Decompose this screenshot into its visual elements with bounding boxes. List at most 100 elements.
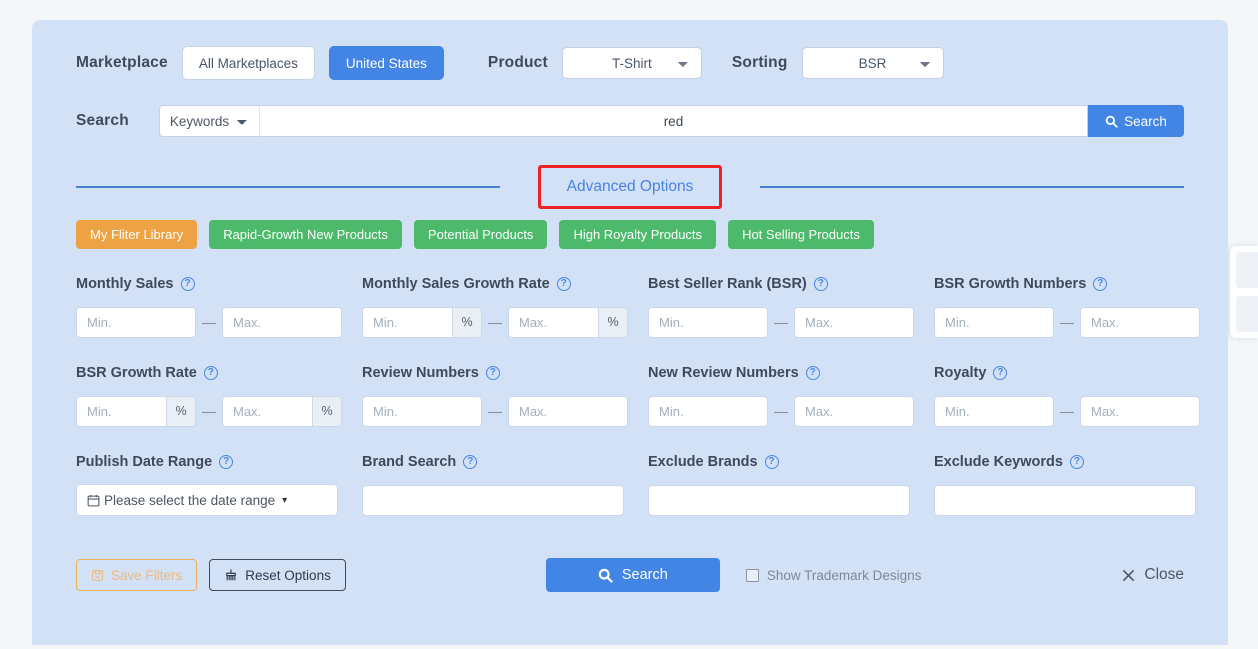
filter-label: Monthly Sales ? [76, 271, 362, 297]
filter-label-text: BSR Growth Numbers [934, 276, 1087, 292]
max-input[interactable] [794, 306, 914, 338]
advanced-options-highlight: Advanced Options [537, 165, 723, 209]
range-dash: — [488, 314, 502, 330]
page-root: Marketplace All Marketplaces United Stat… [0, 0, 1258, 649]
max-input[interactable] [1080, 306, 1200, 338]
chip-rapid-growth-new-products[interactable]: Rapid-Growth New Products [209, 220, 402, 249]
filter-label-text: Brand Search [362, 454, 457, 470]
search-button-label-main: Search [621, 567, 668, 583]
range-inputs: — [76, 306, 362, 338]
min-input[interactable] [648, 395, 768, 427]
range-inputs: — [934, 306, 1220, 338]
search-submit-button-main[interactable]: Search [545, 558, 720, 592]
help-icon[interactable]: ? [463, 455, 478, 469]
percent-suffix: % [166, 395, 196, 427]
filter-exclude-brands: Exclude Brands ? [648, 449, 934, 516]
show-trademark-designs-label: Show Trademark Designs [766, 567, 922, 583]
filter-label-text: Review Numbers [362, 365, 479, 381]
filter-label-text: Exclude Keywords [934, 454, 1063, 470]
range-dash: — [1060, 403, 1074, 419]
preset-filter-chips: My Fliter Library Rapid-Growth New Produ… [76, 220, 1184, 249]
max-input[interactable] [1080, 395, 1200, 427]
chip-high-royalty-products[interactable]: High Royalty Products [559, 220, 717, 249]
sorting-select[interactable]: BSR [801, 47, 944, 79]
help-icon[interactable]: ? [805, 366, 820, 380]
chip-my-filter-library[interactable]: My Fliter Library [76, 220, 198, 249]
broom-icon [224, 568, 238, 582]
search-button-label-top: Search [1124, 113, 1167, 129]
filter-label-text: Best Seller Rank (BSR) [648, 276, 807, 292]
help-icon[interactable]: ? [813, 277, 828, 291]
close-icon [1121, 568, 1136, 583]
range-dash: — [774, 403, 788, 419]
brand-search-input[interactable] [362, 484, 624, 516]
search-submit-button-top[interactable]: Search [1088, 105, 1184, 137]
min-input[interactable] [648, 306, 768, 338]
marketplace-label: Marketplace [76, 54, 168, 71]
checkbox-icon[interactable] [745, 568, 759, 582]
exclude-keywords-input[interactable] [934, 484, 1196, 516]
max-input[interactable] [508, 395, 628, 427]
help-icon[interactable]: ? [485, 366, 500, 380]
help-icon[interactable]: ? [180, 277, 195, 291]
text-input-wrap [362, 484, 648, 516]
range-inputs: — [362, 395, 648, 427]
marketplace-option-united-states[interactable]: United States [328, 46, 444, 80]
max-input[interactable] [222, 306, 342, 338]
filter-label-text: Exclude Brands [648, 454, 758, 470]
calendar-icon [87, 494, 100, 507]
filter-label: Publish Date Range ? [76, 449, 362, 475]
min-input[interactable] [362, 306, 452, 338]
range-dash: — [202, 403, 216, 419]
side-widget-panel[interactable] [1230, 246, 1258, 338]
range-inputs: — [648, 306, 934, 338]
side-widget-button-2[interactable] [1236, 296, 1258, 332]
help-icon[interactable]: ? [556, 277, 571, 291]
range-dash: — [1060, 314, 1074, 330]
help-icon[interactable]: ? [764, 455, 779, 469]
filter-brand-search: Brand Search ? [362, 449, 648, 516]
exclude-brands-input[interactable] [648, 484, 910, 516]
filter-label: New Review Numbers ? [648, 360, 934, 386]
advanced-options-toggle[interactable]: Advanced Options [567, 178, 694, 195]
show-trademark-designs-checkbox[interactable]: Show Trademark Designs [745, 567, 922, 583]
filter-monthly-sales-growth-rate: Monthly Sales Growth Rate ? % — % [362, 271, 648, 338]
search-label: Search [76, 112, 129, 129]
save-icon [91, 569, 104, 582]
help-icon[interactable]: ? [219, 455, 234, 469]
help-icon[interactable]: ? [993, 366, 1008, 380]
side-widget-button-1[interactable] [1236, 252, 1258, 288]
divider-line-left [76, 186, 500, 188]
max-input[interactable] [222, 395, 312, 427]
close-button[interactable]: Close [1121, 566, 1184, 584]
search-mode-select[interactable]: Keywords [158, 105, 259, 137]
min-input[interactable] [934, 395, 1054, 427]
max-input[interactable] [508, 306, 598, 338]
help-icon[interactable]: ? [203, 366, 218, 380]
chip-hot-selling-products[interactable]: Hot Selling Products [728, 220, 874, 249]
marketplace-option-all[interactable]: All Marketplaces [181, 46, 315, 80]
filter-label-text: BSR Growth Rate [76, 365, 197, 381]
help-icon[interactable]: ? [1093, 277, 1108, 291]
min-input[interactable] [76, 395, 166, 427]
help-icon[interactable]: ? [1069, 455, 1084, 469]
max-input[interactable] [794, 395, 914, 427]
reset-options-button[interactable]: Reset Options [209, 559, 346, 591]
reset-options-label: Reset Options [245, 567, 331, 583]
chip-potential-products[interactable]: Potential Products [413, 220, 548, 249]
text-input-wrap [648, 484, 934, 516]
divider-line-right [760, 186, 1185, 188]
min-input[interactable] [362, 395, 482, 427]
min-input[interactable] [76, 306, 196, 338]
product-select[interactable]: T-Shirt [561, 47, 702, 79]
search-input[interactable] [258, 105, 1088, 137]
search-icon [598, 568, 613, 583]
save-filters-button[interactable]: Save Filters [76, 559, 198, 591]
search-icon [1105, 115, 1118, 128]
filter-exclude-keywords: Exclude Keywords ? [934, 449, 1220, 516]
range-dash: — [774, 314, 788, 330]
filter-review-numbers: Review Numbers ? — [362, 360, 648, 427]
min-input[interactable] [934, 306, 1054, 338]
date-range-picker[interactable]: Please select the date range ▾ [76, 484, 338, 516]
filter-label: BSR Growth Numbers ? [934, 271, 1220, 297]
